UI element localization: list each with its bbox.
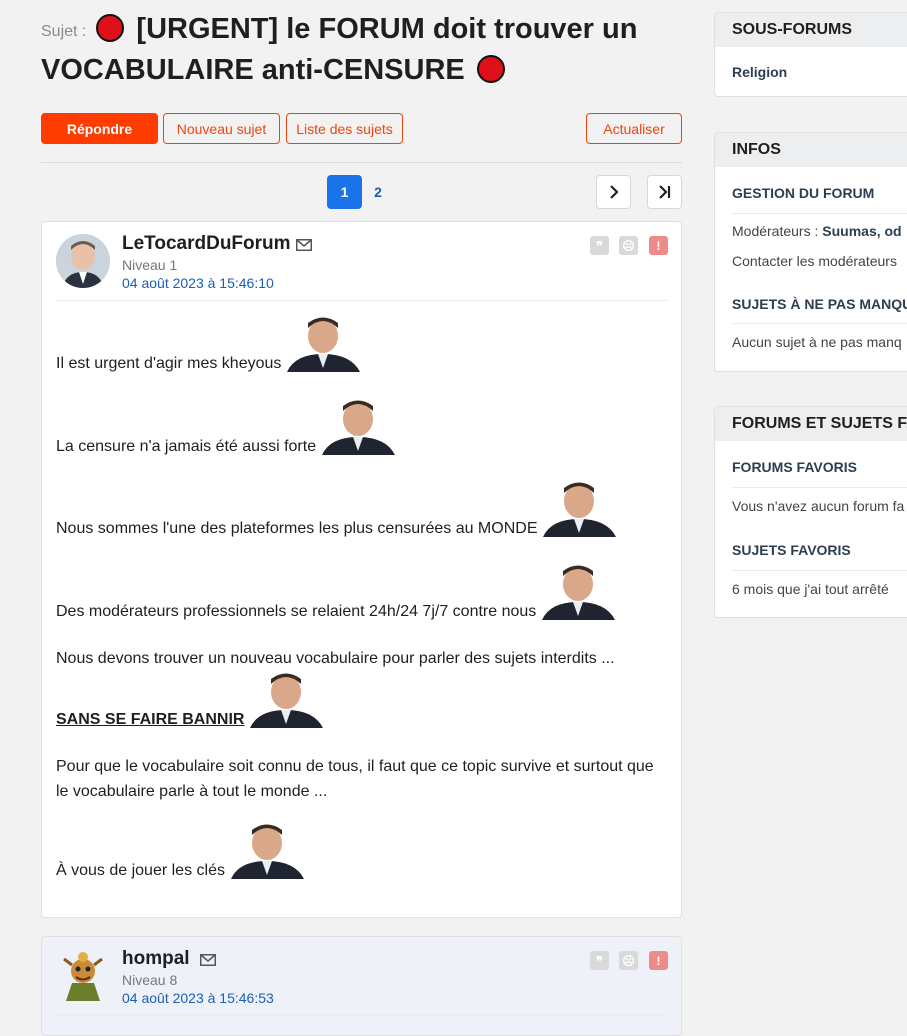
page-current[interactable]: 1	[327, 175, 362, 209]
topic-prefix: Sujet :	[41, 23, 87, 40]
topic-title-part2: VOCABULAIRE anti-CENSURE	[41, 54, 465, 86]
sticker-image	[229, 821, 306, 879]
post-line: Pour que le vocabulaire soit connu de to…	[56, 754, 668, 804]
toolbar-divider	[41, 162, 682, 163]
post-author[interactable]: hompal	[122, 948, 190, 970]
mail-icon[interactable]	[200, 954, 216, 966]
avatar[interactable]	[56, 234, 110, 288]
topic-title-part1: [URGENT] le FORUM doit trouver un	[136, 13, 638, 45]
page-2-link[interactable]: 2	[367, 175, 389, 209]
post-divider	[56, 300, 668, 301]
mail-icon[interactable]	[296, 239, 312, 251]
divider	[732, 323, 907, 324]
favorite-forums-empty-text: Vous n'avez aucun forum fa	[732, 498, 905, 514]
post-text: Pour que le vocabulaire soit connu de to…	[56, 758, 654, 800]
infos-title: INFOS	[715, 133, 907, 167]
red-circle-emoji	[476, 55, 505, 83]
subforums-title: SOUS-FORUMS	[715, 13, 907, 47]
moderators-label: Modérateurs :	[732, 223, 819, 239]
post-text: Nous sommes l'une des plateformes les pl…	[56, 520, 538, 537]
post-line: Nous devons trouver un nouveau vocabulai…	[56, 646, 615, 671]
moderators-list[interactable]: Suumas, od	[822, 223, 901, 239]
last-page-button[interactable]	[647, 175, 682, 209]
post-bold-underlined-text: SANS SE FAIRE BANNIR	[56, 711, 245, 728]
sticker-image	[285, 314, 362, 372]
subforum-link-religion[interactable]: Religion	[732, 64, 787, 80]
sticker-image	[541, 479, 618, 537]
post-text: À vous de jouer les clés	[56, 862, 225, 879]
post-line: Des modérateurs professionnels se relaie…	[56, 562, 617, 624]
skip-to-last-icon	[658, 185, 670, 199]
sticker-image	[540, 562, 617, 620]
avatar[interactable]	[56, 949, 110, 1003]
quote-icon[interactable]: ❞	[590, 236, 609, 255]
post-level: Niveau 1	[122, 257, 178, 273]
sticker-image	[320, 397, 397, 455]
must-see-topics-heading: SUJETS À NE PAS MANQU	[732, 296, 907, 312]
chevron-right-icon	[609, 185, 619, 199]
post-date[interactable]: 04 août 2023 à 15:46:10	[122, 275, 274, 291]
topic-list-button[interactable]: Liste des sujets	[286, 113, 403, 144]
forum-management-heading: GESTION DU FORUM	[732, 185, 875, 201]
post-line: SANS SE FAIRE BANNIR	[56, 670, 325, 732]
post-date[interactable]: 04 août 2023 à 15:46:53	[122, 990, 274, 1006]
reply-button[interactable]: Répondre	[41, 113, 158, 144]
favorite-topic-link[interactable]: 6 mois que j'ai tout arrêté	[732, 581, 889, 597]
favorites-title: FORUMS ET SUJETS FA	[715, 407, 907, 441]
post-text: Nous devons trouver un nouveau vocabulai…	[56, 650, 615, 667]
post-text: Il est urgent d'agir mes kheyous	[56, 355, 282, 372]
post-level: Niveau 8	[122, 972, 178, 988]
post-text: Des modérateurs professionnels se relaie…	[56, 603, 537, 620]
moderators-line: Modérateurs : Suumas, od	[732, 223, 902, 239]
sad-face-icon[interactable]: ☹	[619, 951, 638, 970]
favorite-forums-heading: FORUMS FAVORIS	[732, 459, 857, 475]
post-line: La censure n'a jamais été aussi forte	[56, 397, 397, 459]
post-line: À vous de jouer les clés	[56, 821, 306, 883]
new-topic-button[interactable]: Nouveau sujet	[163, 113, 280, 144]
forum-post: hompal Niveau 8 04 août 2023 à 15:46:53 …	[41, 936, 682, 1036]
post-divider	[56, 1015, 668, 1016]
report-icon[interactable]: !	[649, 236, 668, 255]
subforums-panel: SOUS-FORUMS Religion	[714, 12, 907, 97]
next-page-button[interactable]	[596, 175, 631, 209]
sad-face-icon[interactable]: ☹	[619, 236, 638, 255]
contact-moderators-link[interactable]: Contacter les modérateurs	[732, 253, 897, 269]
favorites-panel: FORUMS ET SUJETS FA FORUMS FAVORIS Vous …	[714, 406, 907, 618]
post-line: Nous sommes l'une des plateformes les pl…	[56, 479, 618, 541]
sticker-image	[248, 670, 325, 728]
must-see-empty-text: Aucun sujet à ne pas manq	[732, 334, 902, 350]
favorite-topics-heading: SUJETS FAVORIS	[732, 542, 851, 558]
report-icon[interactable]: !	[649, 951, 668, 970]
quote-icon[interactable]: ❞	[590, 951, 609, 970]
post-author[interactable]: LeTocardDuForum	[122, 233, 291, 255]
divider	[732, 570, 907, 571]
topic-title: Sujet : [URGENT] le FORUM doit trouver u…	[41, 10, 682, 89]
post-text: La censure n'a jamais été aussi forte	[56, 438, 317, 455]
red-circle-emoji	[96, 14, 125, 42]
post-line: Il est urgent d'agir mes kheyous	[56, 314, 362, 376]
infos-panel: INFOS GESTION DU FORUM Modérateurs : Suu…	[714, 132, 907, 372]
divider	[732, 213, 907, 214]
forum-post: LeTocardDuForum Niveau 1 04 août 2023 à …	[41, 221, 682, 918]
refresh-button[interactable]: Actualiser	[586, 113, 682, 144]
divider	[732, 487, 907, 488]
